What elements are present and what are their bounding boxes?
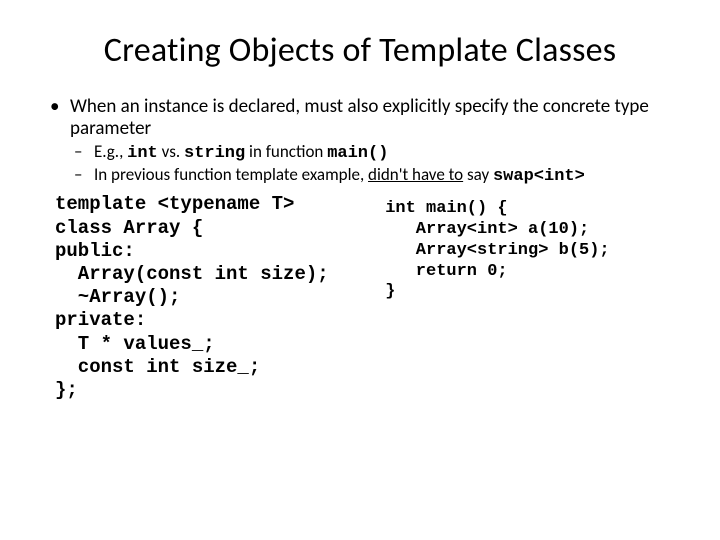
bullet-list: When an instance is declared, must also … <box>50 96 690 187</box>
sub2-prefix: In previous function template example, <box>94 164 368 185</box>
bullet-item-1: When an instance is declared, must also … <box>50 96 690 187</box>
sub-bullet-1: E.g., int vs. string in function main() <box>70 142 690 164</box>
sub2-mid: say <box>463 164 493 185</box>
code-block-right: int main() { Array<int> a(10); Array<str… <box>385 193 690 402</box>
slide: Creating Objects of Template Classes Whe… <box>0 0 720 540</box>
slide-title: Creating Objects of Template Classes <box>30 30 690 71</box>
sub1-mid2: in function <box>245 141 327 162</box>
slide-body: When an instance is declared, must also … <box>30 96 690 402</box>
sub2-code: swap<int> <box>493 167 585 186</box>
sub-bullet-2: In previous function template example, d… <box>70 165 690 187</box>
sub1-code1: int <box>127 144 158 163</box>
sub1-prefix: E.g., <box>94 141 127 162</box>
sub2-underlined: didn't have to <box>368 164 463 185</box>
sub-bullet-list: E.g., int vs. string in function main() … <box>70 142 690 188</box>
bullet-1-text: When an instance is declared, must also … <box>70 95 649 140</box>
sub1-code3: main() <box>327 144 388 163</box>
sub1-mid: vs. <box>158 141 184 162</box>
sub1-code2: string <box>184 144 245 163</box>
code-columns: template <typename T> class Array { publ… <box>50 193 690 402</box>
code-block-left: template <typename T> class Array { publ… <box>55 193 385 402</box>
